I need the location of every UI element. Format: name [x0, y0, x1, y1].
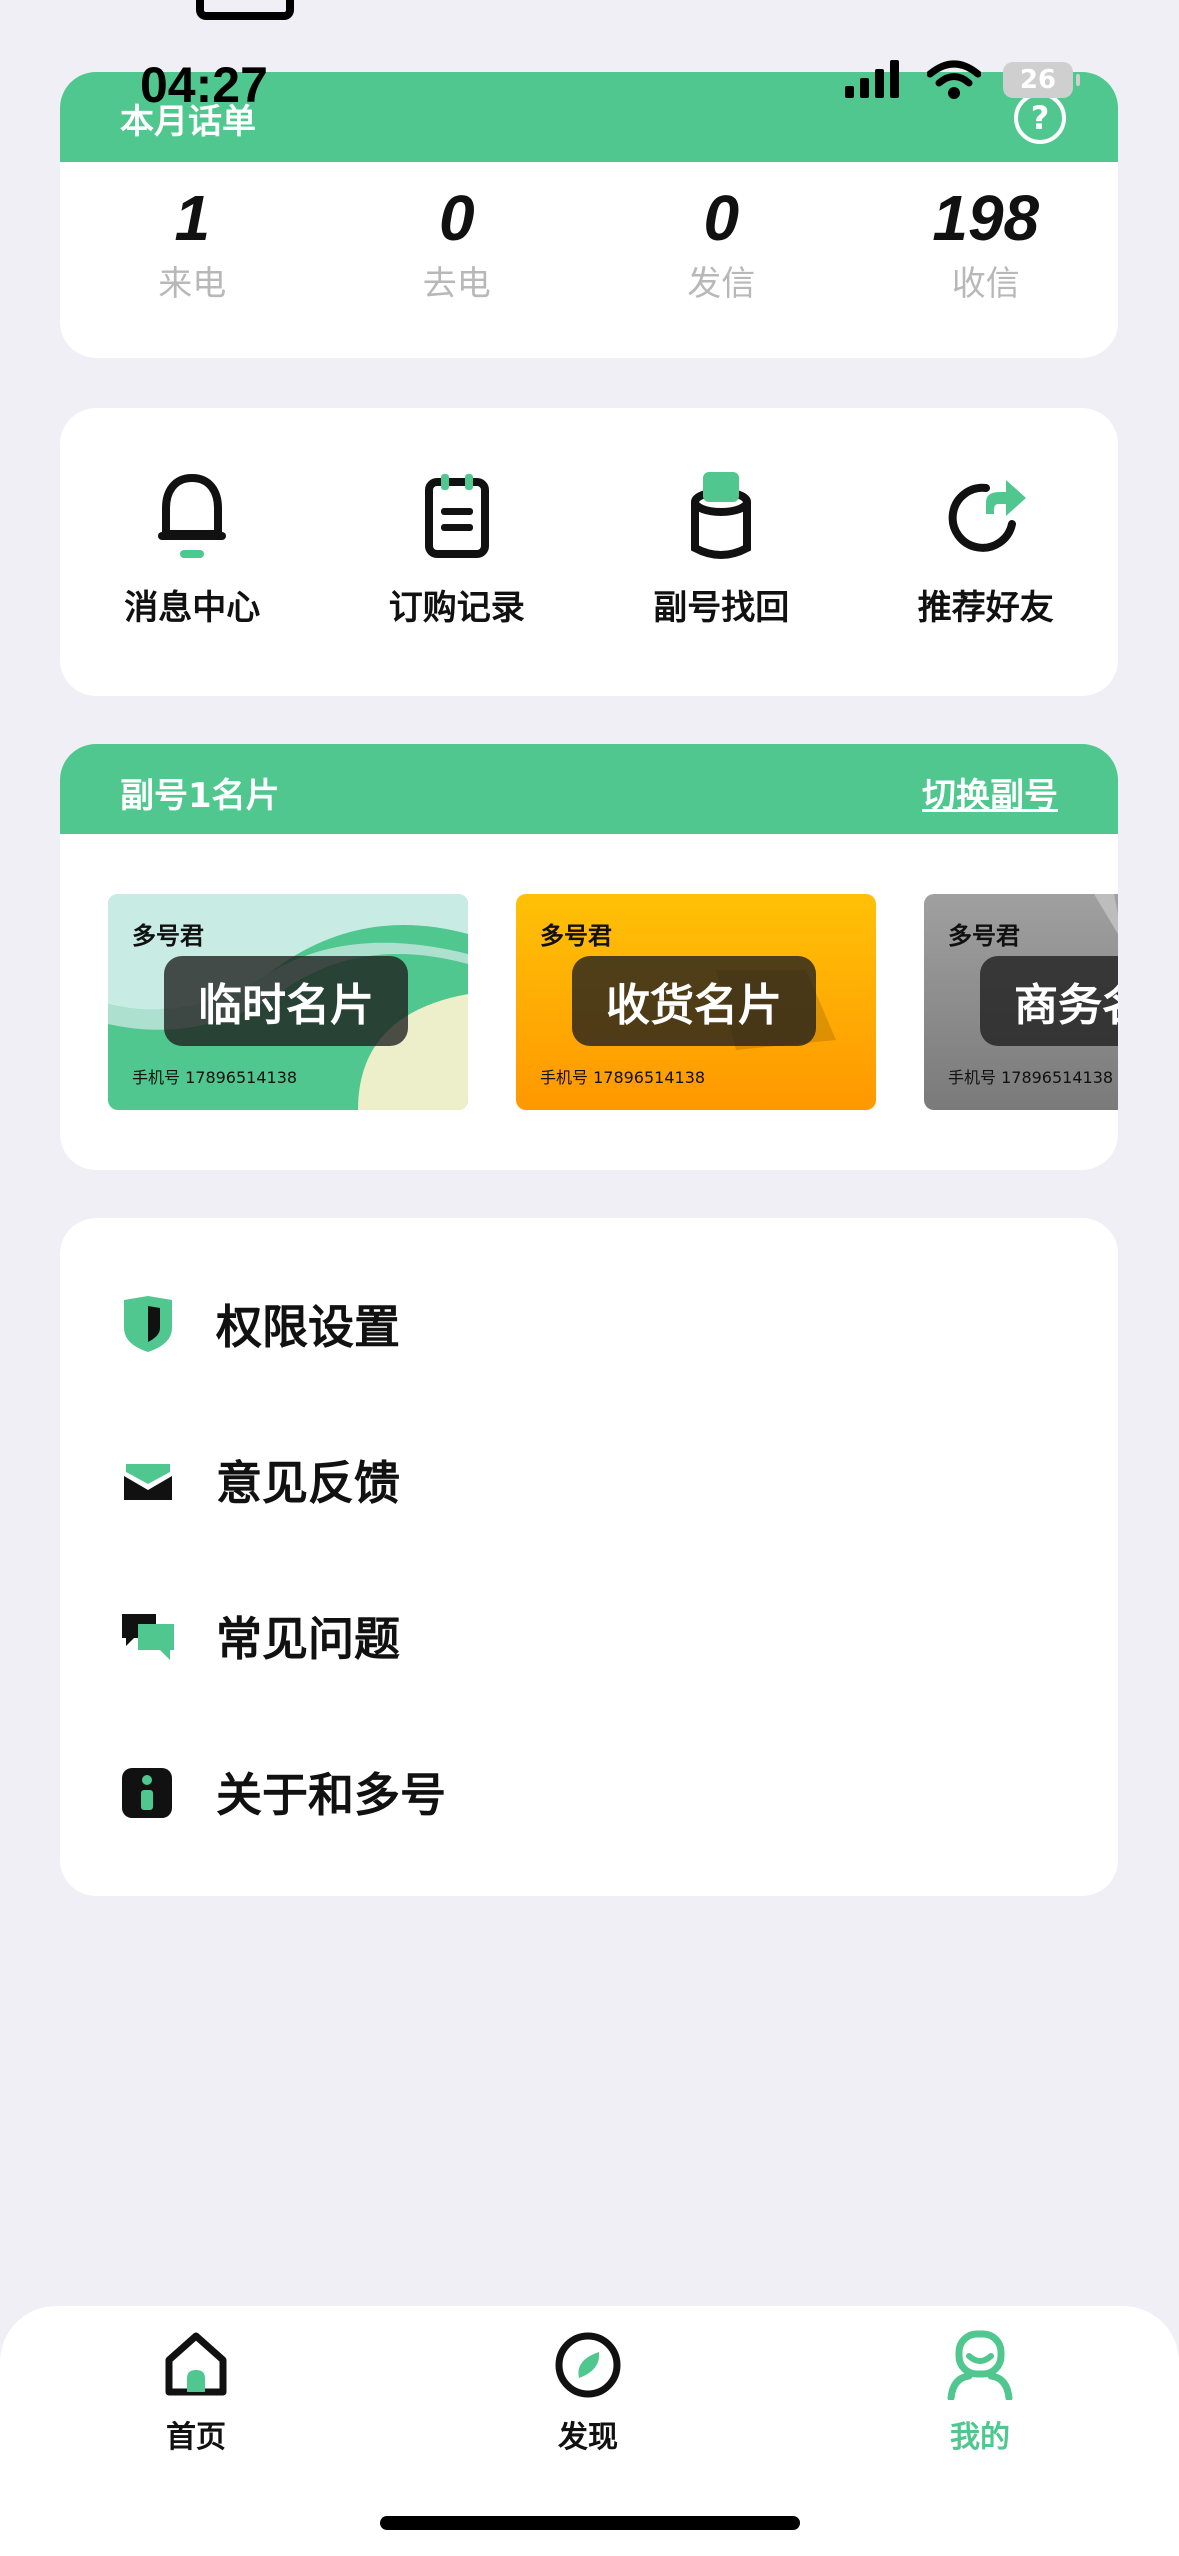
nav-mine[interactable]: 我的: [910, 2330, 1050, 2456]
namecard-fold: [1094, 894, 1118, 934]
namecard-business[interactable]: 多号君 商务名片 手机号 17896514138: [924, 894, 1118, 1110]
settings-label: 权限设置: [216, 1300, 400, 1354]
clipboard-icon: [424, 474, 489, 558]
namecard-brand: 多号君: [948, 922, 1020, 950]
namecard-title: 收货名片: [572, 956, 816, 1046]
settings-icon: [196, 0, 294, 20]
order-history-button[interactable]: 订购记录: [325, 408, 590, 696]
namecards-header: 副号1名片 切换副号: [60, 744, 1118, 834]
stat-label: 发信: [687, 264, 756, 304]
bell-icon: [158, 474, 227, 558]
stat-label: 收信: [951, 264, 1020, 304]
chat-icon: [122, 1614, 174, 1660]
mail-icon: [124, 1464, 172, 1500]
faq-item[interactable]: 常见问题: [120, 1596, 400, 1676]
stat-label: 来电: [158, 264, 227, 304]
namecard-phone: 手机号 17896514138: [132, 1068, 298, 1087]
recover-number-button[interactable]: 副号找回: [589, 408, 854, 696]
share-icon: [948, 480, 1026, 552]
switch-number-link[interactable]: 切换副号: [922, 768, 1058, 817]
stat-value: 0: [438, 182, 475, 254]
qa-label: 推荐好友: [917, 588, 1054, 628]
status-icons: 26: [845, 60, 1080, 100]
nav-label: 发现: [558, 2420, 618, 2455]
monthly-bill-card: 本月话单 ? 1 来电 0 去电 0 发信 198 收信: [60, 72, 1118, 358]
stat-value: 0: [703, 182, 740, 254]
settings-label: 意见反馈: [216, 1456, 400, 1510]
namecard-brand: 多号君: [540, 922, 612, 950]
quick-actions-card: 消息中心 订购记录 副号找回 推荐好友: [60, 408, 1118, 696]
wifi-icon: [927, 60, 981, 99]
recommend-friend-button[interactable]: 推荐好友: [854, 408, 1119, 696]
nav-home[interactable]: 首页: [126, 2330, 266, 2456]
signal-icon: [845, 60, 899, 98]
stat-received-sms[interactable]: 198 收信: [854, 182, 1119, 305]
permission-settings-item[interactable]: 权限设置: [120, 1284, 400, 1364]
namecard-phone: 手机号 17896514138: [948, 1068, 1114, 1087]
namecard-title: 商务名片: [980, 956, 1118, 1046]
bill-stats: 1 来电 0 去电 0 发信 198 收信: [60, 182, 1118, 305]
info-icon: [122, 1768, 172, 1818]
about-item[interactable]: 关于和多号: [120, 1752, 446, 1832]
stat-incoming-calls[interactable]: 1 来电: [60, 182, 325, 305]
stat-label: 去电: [422, 264, 491, 304]
stat-outgoing-calls[interactable]: 0 去电: [325, 182, 590, 305]
qa-label: 订购记录: [388, 588, 525, 628]
qa-label: 消息中心: [124, 588, 261, 628]
settings-label: 关于和多号: [216, 1768, 446, 1822]
feedback-item[interactable]: 意见反馈: [120, 1440, 400, 1520]
home-icon: [165, 2332, 227, 2396]
nav-label: 首页: [166, 2420, 226, 2455]
compass-icon: [555, 2332, 621, 2398]
qa-label: 副号找回: [653, 588, 790, 628]
home-indicator: [380, 2516, 800, 2530]
battery-icon: 26: [1003, 62, 1080, 98]
message-center-button[interactable]: 消息中心: [60, 408, 325, 696]
nav-discover[interactable]: 发现: [518, 2330, 658, 2456]
namecards-card: 副号1名片 切换副号 多号君 临时名片 手机号 17896514138 多号君 …: [60, 744, 1118, 1170]
profile-icon: [947, 2330, 1013, 2400]
recover-icon: [691, 472, 752, 559]
settings-label: 常见问题: [216, 1612, 400, 1666]
namecard-temporary[interactable]: 多号君 临时名片 手机号 17896514138: [108, 894, 468, 1110]
shield-icon: [124, 1296, 172, 1352]
namecard-delivery[interactable]: 多号君 收货名片 手机号 17896514138: [516, 894, 876, 1110]
stat-value: 198: [932, 182, 1040, 254]
namecard-phone: 手机号 17896514138: [540, 1068, 706, 1087]
nav-label: 我的: [950, 2420, 1010, 2455]
stat-value: 1: [174, 182, 211, 254]
settings-list: 权限设置 意见反馈 常见问题 关于和多号: [60, 1218, 1118, 1896]
namecard-brand: 多号君: [132, 922, 204, 950]
status-time: 04:27: [140, 57, 268, 113]
stat-sent-sms[interactable]: 0 发信: [589, 182, 854, 305]
namecards-title: 副号1名片: [120, 776, 280, 816]
namecard-title: 临时名片: [164, 956, 408, 1046]
